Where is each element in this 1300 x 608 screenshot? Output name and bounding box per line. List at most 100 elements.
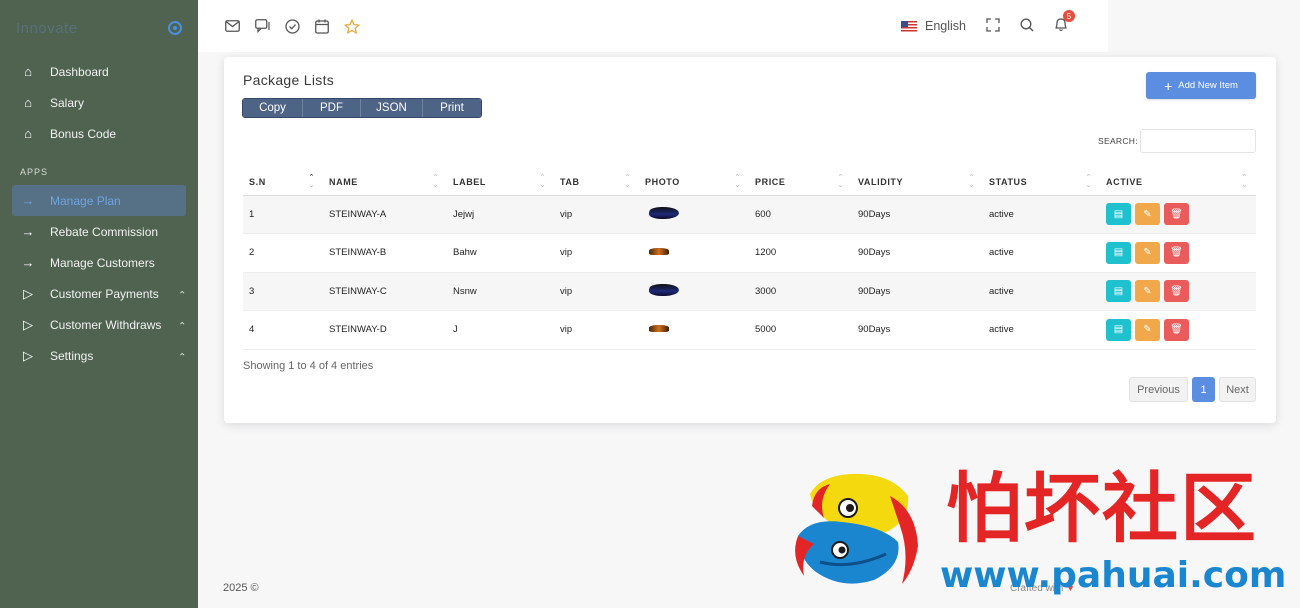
table-row: 1 STEINWAY-A Jejwj vip 600 90Days active… bbox=[243, 195, 1256, 234]
us-flag-icon bbox=[901, 20, 917, 32]
language-selector[interactable]: English bbox=[901, 19, 966, 33]
sidebar-item-rebate-commission[interactable]: → Rebate Commission bbox=[0, 216, 198, 247]
search-icon[interactable] bbox=[1020, 18, 1034, 35]
cell-label: Nsnw bbox=[447, 272, 554, 311]
chevron-up-icon: ⌄ bbox=[177, 319, 186, 330]
sidebar-item-salary[interactable]: ⌂ Salary bbox=[0, 87, 198, 118]
cell-price: 600 bbox=[749, 195, 852, 234]
star-icon[interactable] bbox=[344, 18, 360, 34]
edit-button[interactable]: ✎ bbox=[1135, 280, 1160, 303]
table-row: 3 STEINWAY-C Nsnw vip 3000 90Days active… bbox=[243, 272, 1256, 311]
clipboard-icon: ▤ bbox=[1113, 208, 1124, 220]
cell-status: active bbox=[983, 310, 1100, 350]
cell-validity: 90Days bbox=[852, 310, 983, 350]
clipboard-icon: ▤ bbox=[1113, 285, 1124, 297]
column-header-label[interactable]: LABEL ⌃ ⌄ bbox=[447, 169, 554, 196]
edit-button[interactable]: ✎ bbox=[1135, 203, 1160, 226]
topbar: English 5 bbox=[198, 0, 1108, 52]
fullscreen-icon[interactable] bbox=[986, 17, 1000, 35]
copy-button[interactable]: Copy bbox=[243, 99, 303, 117]
sidebar-item-label: Customer Withdraws bbox=[50, 317, 162, 332]
package-list-card: Package Lists Copy PDF JSON Print + Add … bbox=[224, 57, 1276, 423]
cell-photo bbox=[639, 272, 749, 311]
sort-icon: ⌃ ⌄ bbox=[837, 174, 844, 189]
chat-icon[interactable] bbox=[254, 18, 270, 34]
sidebar-item-label: Salary bbox=[50, 95, 85, 110]
column-header-active[interactable]: ACTIVE ⌃ ⌄ bbox=[1100, 169, 1256, 196]
column-header-price[interactable]: PRICE ⌃ ⌄ bbox=[749, 169, 852, 196]
export-button-group: Copy PDF JSON Print bbox=[242, 98, 482, 118]
delete-button[interactable]: 🗑 bbox=[1164, 241, 1189, 264]
search-input[interactable] bbox=[1140, 129, 1256, 153]
play-icon: ▷ bbox=[23, 285, 33, 301]
print-button[interactable]: Print bbox=[423, 99, 481, 117]
sidebar-section-label: APPS bbox=[20, 167, 49, 177]
delete-button[interactable]: 🗑 bbox=[1164, 203, 1189, 226]
brand-bar: Innovate bbox=[0, 0, 198, 56]
column-header-tab[interactable]: TAB ⌃ ⌄ bbox=[554, 169, 639, 196]
boat-thumbnail[interactable] bbox=[647, 206, 681, 219]
car-thumbnail[interactable] bbox=[649, 325, 669, 333]
view-button[interactable]: ▤ bbox=[1106, 318, 1131, 341]
sort-icon: ⌃ ⌄ bbox=[308, 174, 315, 189]
column-header-sn[interactable]: S.N ⌃ ⌄ bbox=[243, 169, 323, 196]
calendar-icon[interactable] bbox=[314, 18, 330, 34]
delete-button[interactable]: 🗑 bbox=[1164, 318, 1189, 341]
table-row: 4 STEINWAY-D J vip 5000 90Days active ▤ ✎… bbox=[243, 310, 1256, 350]
sidebar-item-manage-customers[interactable]: → Manage Customers bbox=[0, 247, 198, 278]
view-button[interactable]: ▤ bbox=[1106, 203, 1131, 226]
column-header-photo[interactable]: PHOTO ⌃ ⌄ bbox=[639, 169, 749, 196]
bell-icon[interactable]: 5 bbox=[1054, 10, 1075, 35]
view-button[interactable]: ▤ bbox=[1106, 280, 1131, 303]
arrow-right-icon: → bbox=[21, 193, 35, 208]
sidebar-item-bonus-code[interactable]: ⌂ Bonus Code bbox=[0, 118, 198, 149]
json-button[interactable]: JSON bbox=[361, 99, 423, 117]
check-circle-icon[interactable] bbox=[284, 18, 300, 34]
sidebar-item-dashboard[interactable]: ⌂ Dashboard bbox=[0, 56, 198, 87]
table-header-row: S.N ⌃ ⌄ NAME ⌃ ⌄ LABEL ⌃ ⌄ TAB ⌃ ⌄ PHOTO ⌃ ⌄ PRICE… bbox=[243, 169, 1256, 196]
next-page-button[interactable]: Next bbox=[1219, 377, 1256, 402]
brand-logo[interactable]: Innovate bbox=[16, 20, 78, 37]
sidebar-item-settings[interactable]: ▷ Settings ⌄ bbox=[0, 340, 198, 371]
watermark-fish-logo bbox=[795, 473, 918, 584]
sidebar-item-customer-payments[interactable]: ▷ Customer Payments ⌄ bbox=[0, 278, 198, 309]
sidebar-item-label: Manage Plan bbox=[50, 193, 121, 208]
cell-actions: ▤ ✎ 🗑 bbox=[1100, 310, 1256, 350]
cell-label: Bahw bbox=[447, 233, 554, 273]
cell-sn: 3 bbox=[243, 272, 323, 311]
edit-button[interactable]: ✎ bbox=[1135, 241, 1160, 264]
cell-tab: vip bbox=[554, 195, 639, 234]
sort-icon: ⌃ ⌄ bbox=[432, 174, 439, 189]
cell-tab: vip bbox=[554, 310, 639, 350]
sidebar-item-label: Manage Customers bbox=[50, 255, 155, 270]
language-label: English bbox=[925, 19, 966, 33]
cell-actions: ▤ ✎ 🗑 bbox=[1100, 195, 1256, 234]
cell-sn: 4 bbox=[243, 310, 323, 350]
mail-icon[interactable] bbox=[224, 18, 240, 34]
pdf-button[interactable]: PDF bbox=[303, 99, 361, 117]
pencil-icon: ✎ bbox=[1143, 247, 1152, 259]
add-new-item-button[interactable]: + Add New Item bbox=[1146, 72, 1256, 99]
car-thumbnail[interactable] bbox=[649, 248, 669, 256]
column-header-validity[interactable]: VALIDITY ⌃ ⌄ bbox=[852, 169, 983, 196]
sort-icon: ⌃ ⌄ bbox=[1241, 174, 1248, 189]
view-button[interactable]: ▤ bbox=[1106, 241, 1131, 264]
page-1-button[interactable]: 1 bbox=[1192, 377, 1215, 402]
sidebar-toggle-icon[interactable] bbox=[168, 21, 182, 35]
column-header-name[interactable]: NAME ⌃ ⌄ bbox=[323, 169, 447, 196]
sidebar-item-manage-plan[interactable]: → Manage Plan bbox=[12, 185, 186, 216]
cell-sn: 1 bbox=[243, 195, 323, 234]
cell-name: STEINWAY-B bbox=[323, 233, 447, 273]
sort-icon: ⌃ ⌄ bbox=[624, 174, 631, 189]
previous-page-button[interactable]: Previous bbox=[1129, 377, 1188, 402]
cell-price: 1200 bbox=[749, 233, 852, 273]
sidebar-item-customer-withdraws[interactable]: ▷ Customer Withdraws ⌄ bbox=[0, 309, 198, 340]
cell-name: STEINWAY-C bbox=[323, 272, 447, 311]
pagination: Previous 1 Next bbox=[1129, 377, 1256, 402]
edit-button[interactable]: ✎ bbox=[1135, 318, 1160, 341]
column-header-status[interactable]: STATUS ⌃ ⌄ bbox=[983, 169, 1100, 196]
arrow-right-icon: → bbox=[21, 255, 35, 270]
delete-button[interactable]: 🗑 bbox=[1164, 280, 1189, 303]
boat-thumbnail[interactable] bbox=[647, 283, 681, 296]
add-new-item-label: Add New Item bbox=[1178, 80, 1238, 91]
